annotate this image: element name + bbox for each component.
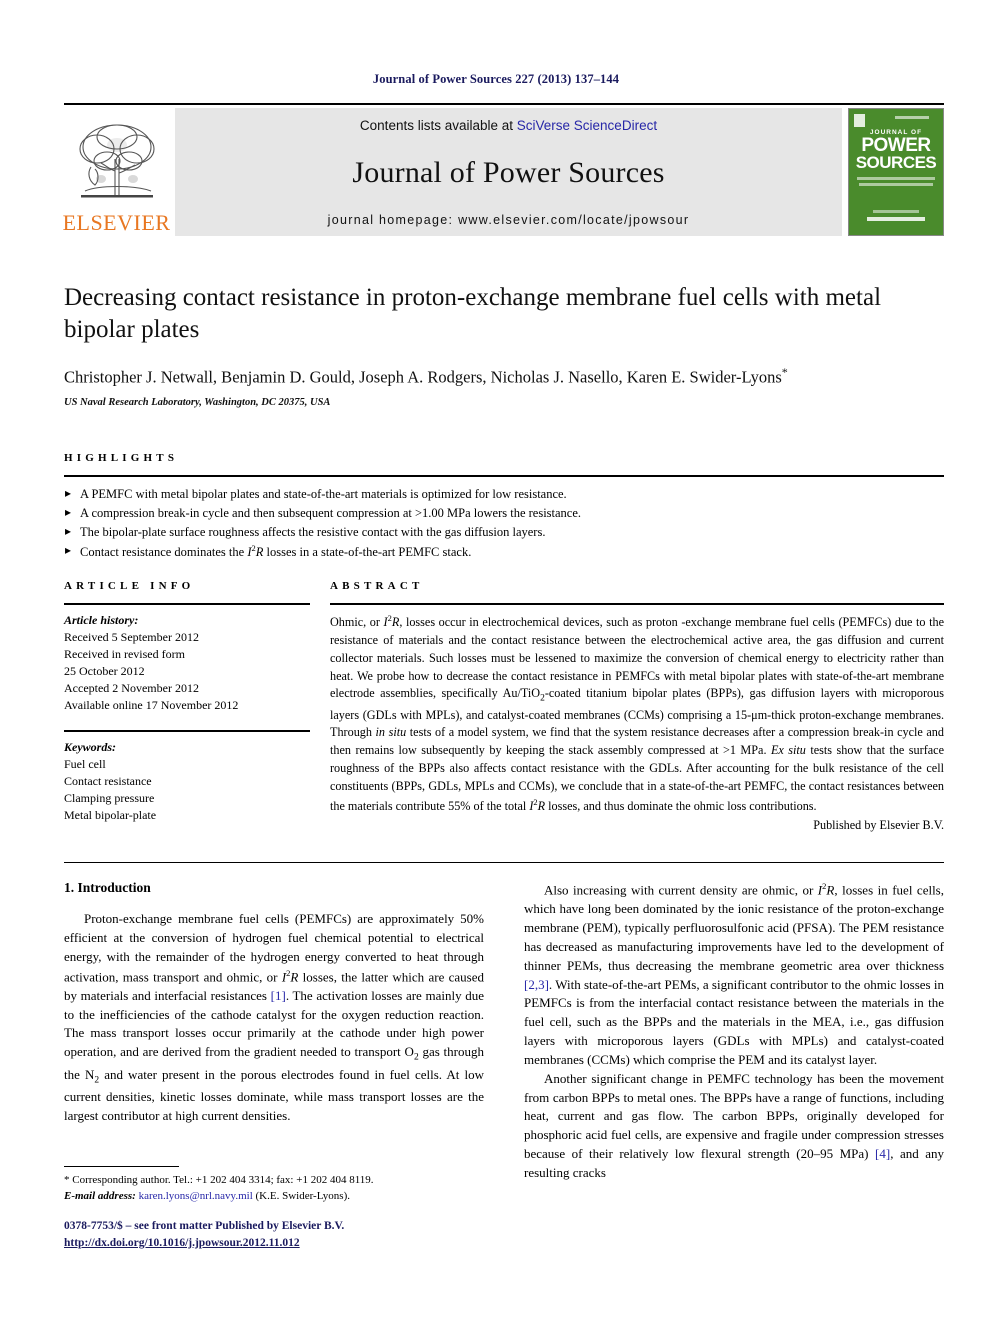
keyword-item: Metal bipolar-plate [64,808,157,823]
keyword-item: Clamping pressure [64,791,155,806]
history-line: Received in revised form [64,647,185,662]
cover-subtitle-line-2 [859,183,933,186]
corresponding-author-note: * Corresponding author. Tel.: +1 202 404… [64,1174,374,1186]
article-info-column: ARTICLE INFO Article history: Received 5… [64,580,310,833]
email-note: E-mail address: karen.lyons@nrl.navy.mil… [64,1189,484,1205]
paper-page: Journal of Power Sources 227 (2013) 137–… [0,0,992,1323]
masthead-top-rule [64,103,944,105]
body-columns: 1. Introduction Proton-exchange membrane… [64,880,944,1183]
abstract-text: Ohmic, or I2R, losses occur in electroch… [330,612,944,816]
abstract-column: ABSTRACT Ohmic, or I2R, losses occur in … [330,580,944,833]
journal-cover-thumbnail: JOURNAL OF POWER SOURCES [848,108,944,236]
affiliation: US Naval Research Laboratory, Washington… [64,396,331,408]
issn-front-matter: 0378-7753/$ – see front matter Published… [64,1220,345,1232]
cover-subtitle-line-1 [857,177,935,180]
article-history-block: Article history: Received 5 September 20… [64,612,310,714]
elsevier-tree-icon [78,124,155,198]
abs-seg-f: losses, and thus dominate the ohmic loss… [545,798,817,813]
contents-prefix: Contents lists available at [359,118,517,133]
list-item: A compression break-in cycle and then su… [64,503,944,523]
keywords-rule [64,730,310,733]
email-owner: (K.E. Swider-Lyons). [255,1189,351,1202]
history-line: Available online 17 November 2012 [64,698,239,713]
title-block: Decreasing contact resistance in proton-… [64,282,944,408]
lp1-seg-e: and water present in the porous electrod… [64,1066,484,1123]
highlights-label: HIGHLIGHTS [64,452,179,464]
citation-ref-4[interactable]: [4] [875,1146,890,1161]
copyright-block: 0378-7753/$ – see front matter Published… [64,1218,494,1251]
author-list: Christopher J. Netwall, Benjamin D. Goul… [64,365,944,388]
keyword-item: Contact resistance [64,774,152,789]
rp1-seg-a: Also increasing with current density are… [544,882,818,898]
cover-elsevier-icon [854,114,865,127]
section-heading-introduction: 1. Introduction [64,880,151,895]
abs-ex-situ: Ex situ [770,743,806,758]
column-gap [310,580,330,833]
cover-footer-line-1 [873,210,919,213]
page-title: Decreasing contact resistance in proton-… [64,284,882,343]
article-history-heading: Article history: [64,613,139,627]
keywords-block: Keywords: Fuel cell Contact resistance C… [64,739,310,824]
doi-link[interactable]: http://dx.doi.org/10.1016/j.jpowsour.201… [64,1235,494,1252]
history-line: Received 5 September 2012 [64,630,199,645]
running-head: Journal of Power Sources 227 (2013) 137–… [372,72,620,86]
footnote-block: * Corresponding author. Tel.: +1 202 404… [64,1166,484,1204]
cover-sources-label: SOURCES [855,153,937,172]
abs-in-situ: in situ [375,725,407,740]
email-link[interactable]: karen.lyons@nrl.navy.mil [139,1190,253,1202]
keyword-item: Fuel cell [64,757,106,772]
author-names: Christopher J. Netwall, Benjamin D. Goul… [64,367,782,387]
corresponding-author-marker: * [781,365,788,379]
journal-homepage-link[interactable]: journal homepage: www.elsevier.com/locat… [328,213,690,227]
article-info-label: ARTICLE INFO [64,580,195,592]
history-line: 25 October 2012 [64,664,145,679]
intro-paragraph-3: Another significant change in PEMFC tech… [524,1070,944,1183]
list-item: The bipolar-plate surface roughness affe… [64,522,944,542]
sciencedirect-link[interactable]: SciVerse ScienceDirect [517,118,657,133]
footnote-rule [64,1166,179,1167]
highlight-4-post: losses in a state-of-the-art PEMFC stack… [263,545,472,560]
body-divider-rule [64,862,944,863]
abstract-label: ABSTRACT [330,580,424,592]
citation-ref-2-3[interactable]: [2,3] [524,977,549,992]
highlight-4-pre: Contact resistance dominates the [80,545,248,560]
keywords-heading: Keywords: [64,740,116,755]
intro-paragraph-2: Also increasing with current density are… [524,880,944,1070]
highlights-section: HIGHLIGHTS A PEMFC with metal bipolar pl… [64,452,944,562]
rp1-seg-c: . With state-of-the-art PEMs, a signific… [524,976,944,1067]
elsevier-wordmark: ELSEVIER [62,210,171,235]
intro-paragraph-1: Proton-exchange membrane fuel cells (PEM… [64,910,484,1126]
body-right-column: Also increasing with current density are… [524,880,944,1183]
body-column-gap [484,880,524,1183]
highlights-rule [64,475,944,477]
history-line: Accepted 2 November 2012 [64,681,199,696]
abs-seg-a: Ohmic, or [330,615,384,630]
list-item: Contact resistance dominates the I2R los… [64,541,944,562]
highlights-list: A PEMFC with metal bipolar plates and st… [64,484,944,562]
body-left-column: 1. Introduction Proton-exchange membrane… [64,880,484,1183]
list-item: A PEMFC with metal bipolar plates and st… [64,484,944,504]
masthead-center-panel: Contents lists available at SciVerse Sci… [175,108,842,236]
abs-r-symbol-2: R [537,798,546,813]
citation-ref-1[interactable]: [1] [271,988,286,1003]
contents-available-line: Contents lists available at SciVerse Sci… [360,118,657,133]
article-info-rule [64,603,310,605]
abstract-rule [330,603,944,605]
cover-top-rule [895,116,929,119]
info-abstract-row: ARTICLE INFO Article history: Received 5… [64,580,944,833]
journal-masthead: ELSEVIER Contents lists available at Sci… [62,103,944,236]
cover-footer-line-2 [867,217,925,221]
journal-title: Journal of Power Sources [352,156,665,189]
elsevier-logo: ELSEVIER [62,108,171,236]
email-address-label: E-mail address: [64,1189,136,1202]
abstract-publisher-line: Published by Elsevier B.V. [813,817,944,832]
